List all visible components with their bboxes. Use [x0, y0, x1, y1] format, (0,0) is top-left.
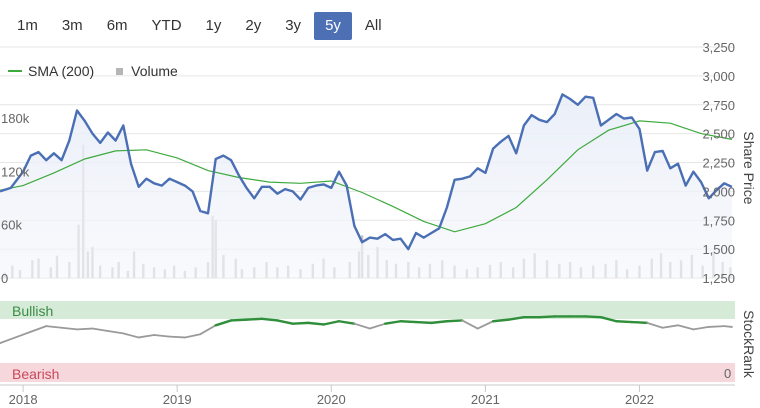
stockrank-bullish-zone: [0, 301, 735, 319]
stockrank-segment: [245, 317, 264, 321]
x-tick-label: 2020: [317, 392, 346, 407]
price-tick-label: 1,250: [702, 271, 735, 286]
stockrank-segment: [491, 318, 510, 323]
volume-legend-label[interactable]: Volume: [131, 63, 178, 79]
stockrank-segment: [306, 321, 325, 326]
stockrank-segment: [291, 321, 310, 325]
stockrank-segment: [630, 320, 649, 325]
volume-tick-label: 120k: [1, 164, 30, 179]
stockrank-segment: [137, 334, 155, 339]
price-axis-ticks: 1,250 1,500 1,750 2,000 2,250 2,500 2,750 3,000…: [702, 40, 735, 286]
stockrank-segment: [276, 319, 294, 325]
stockrank-segment: [707, 325, 726, 328]
volume-tick-label: 60k: [1, 218, 22, 233]
stockrank-segment: [661, 324, 679, 329]
range-button-6m[interactable]: 6m: [96, 12, 139, 40]
sma-legend-swatch: [8, 70, 22, 72]
stockrank-bearish-zone: [0, 363, 735, 382]
stockrank-segment: [184, 333, 202, 339]
price-tick-label: 3,000: [702, 69, 735, 84]
stockrank-segment: [399, 320, 418, 324]
range-button-ytd[interactable]: YTD: [141, 12, 193, 40]
price-tick-label: 2,750: [702, 98, 735, 113]
volume-tick-label: 180k: [1, 111, 30, 126]
chart-legend: SMA (200) Volume: [8, 63, 178, 79]
volume-tick-label: 0: [1, 271, 8, 286]
price-tick-label: 3,250: [702, 40, 735, 55]
sma-legend-label[interactable]: SMA (200): [28, 63, 94, 79]
stockrank-segment: [368, 322, 387, 330]
stockrank-segment: [122, 332, 140, 339]
range-button-1m[interactable]: 1m: [6, 12, 49, 40]
stockrank-segment: [430, 320, 449, 325]
price-tick-label: 1,500: [702, 242, 735, 257]
x-tick-label: 2022: [625, 392, 654, 407]
stockrank-segment: [260, 317, 279, 322]
price-tick-label: 1,750: [702, 213, 735, 228]
stockrank-line: [0, 315, 733, 345]
stockrank-segment: [692, 326, 710, 331]
stockrank-segment: [199, 324, 217, 336]
range-button-1y[interactable]: 1y: [195, 12, 233, 40]
range-selector: 1m 3m 6m YTD 1y 2y 3y 5y All: [6, 12, 393, 40]
range-button-2y[interactable]: 2y: [234, 12, 272, 40]
stockrank-segment: [76, 327, 94, 331]
bearish-label: Bearish: [12, 366, 59, 382]
stockrank-segment: [646, 321, 664, 329]
stock-chart: 1,250 1,500 1,750 2,000 2,250 2,500 2,750 3,000…: [0, 40, 757, 407]
stockrank-segment: [384, 320, 402, 325]
stockrank-segment: [414, 320, 433, 325]
stockrank-segment: [723, 325, 733, 328]
range-button-all[interactable]: All: [354, 12, 393, 40]
x-tick-label: 2019: [163, 392, 192, 407]
stockrank-segment: [337, 320, 356, 325]
stockrank-segment: [91, 327, 109, 332]
bullish-label: Bullish: [12, 303, 53, 319]
range-button-5y[interactable]: 5y: [314, 12, 352, 40]
x-tick-label: 2021: [471, 392, 500, 407]
x-tick-label: 2018: [9, 392, 38, 407]
range-button-3m[interactable]: 3m: [51, 12, 94, 40]
price-tick-label: 2,000: [702, 184, 735, 199]
price-area-fill: [0, 94, 732, 279]
stockrank-segment: [45, 325, 63, 329]
stockrank-segment: [584, 315, 603, 319]
stockrank-segment: [445, 319, 464, 323]
stockrank-segment: [353, 322, 371, 330]
range-button-3y[interactable]: 3y: [274, 12, 312, 40]
stockrank-segment: [60, 326, 78, 331]
stockrank-segment: [106, 330, 125, 335]
stockrank-segment: [461, 319, 479, 330]
stockrank-segment: [322, 320, 341, 326]
price-tick-label: 2,250: [702, 156, 735, 171]
stockrank-segment: [615, 320, 633, 324]
stockrank-segment: [29, 325, 48, 333]
stockrank-segment: [677, 324, 695, 331]
stockrank-segment: [214, 319, 233, 327]
stockrank-segment: [538, 315, 556, 319]
stockrank-segment: [14, 330, 32, 339]
price-tick-label: 2,500: [702, 127, 735, 142]
stockrank-segment: [0, 336, 17, 345]
price-axis-title: Share Price: [741, 131, 757, 204]
stockrank-segment: [168, 335, 186, 339]
stockrank-segment: [476, 320, 494, 330]
stockrank-zero-label: 0: [724, 366, 731, 381]
volume-legend-swatch: [116, 67, 124, 75]
stockrank-segment: [229, 318, 248, 322]
stockrank-axis-title: StockRank: [741, 310, 757, 379]
x-axis-ticks: 2018 2019 2020 2021 2022: [9, 385, 654, 407]
stockrank-segment: [153, 334, 171, 338]
